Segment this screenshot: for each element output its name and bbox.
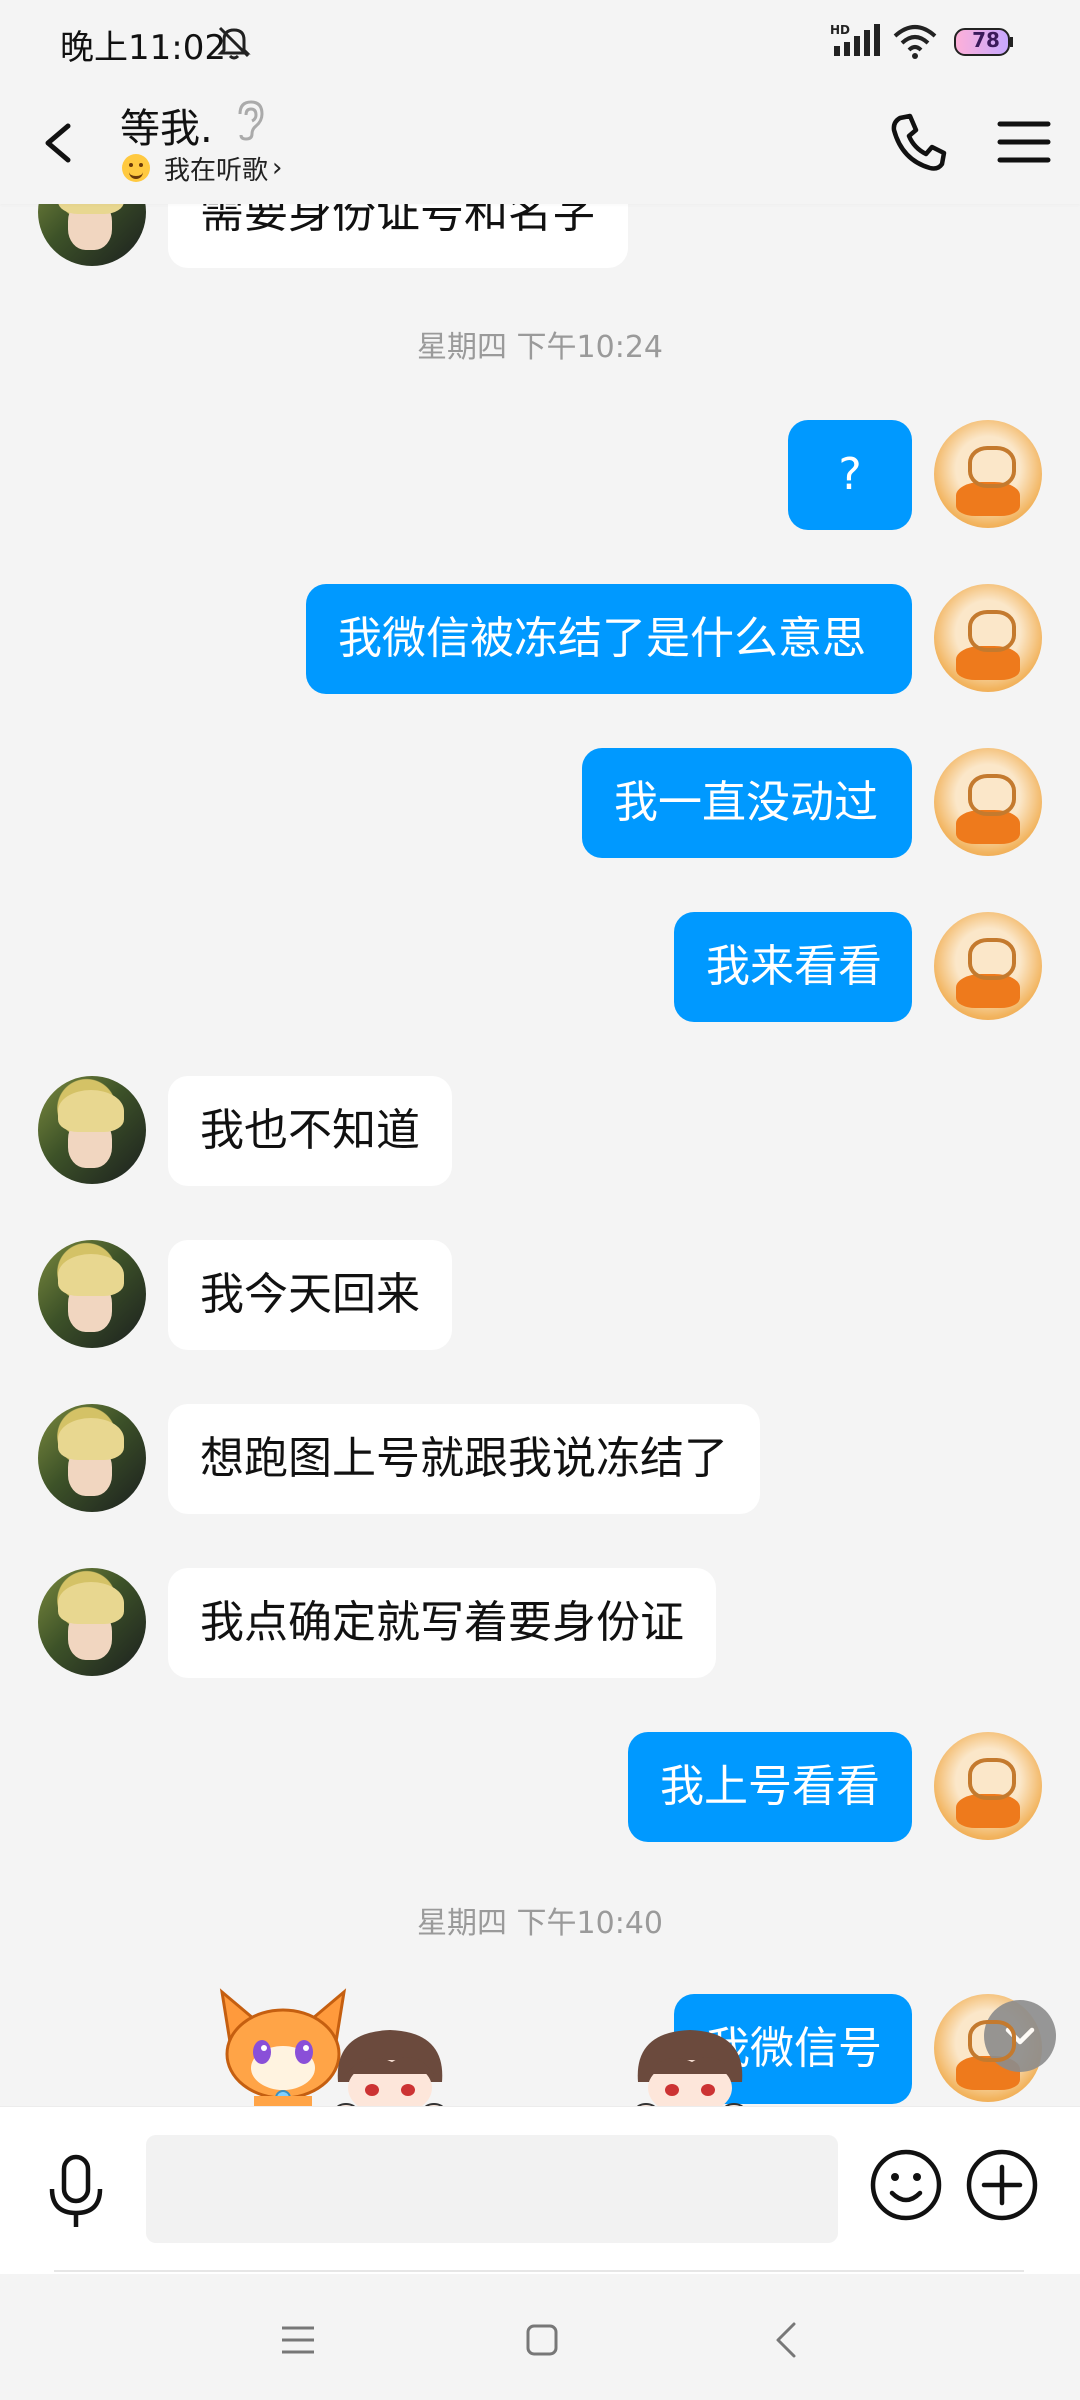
message-bubble-sent[interactable]: 我微信被冻结了是什么意思 xyxy=(306,584,912,694)
recent-apps-button[interactable] xyxy=(278,2322,318,2358)
message-bubble-sent[interactable]: 我一直没动过 xyxy=(582,748,912,858)
smile-emoji-icon xyxy=(122,154,150,182)
timestamp: 星期四 下午10:40 xyxy=(417,1906,663,1941)
my-avatar[interactable] xyxy=(934,1732,1042,1840)
message-input[interactable] xyxy=(146,2135,838,2243)
message-bubble-received[interactable]: 想跑图上号就跟我说冻结了 xyxy=(168,1404,760,1514)
battery-level: 78 xyxy=(972,28,1000,52)
my-avatar[interactable] xyxy=(934,420,1042,528)
signal-icon: HD xyxy=(830,23,880,56)
back-button[interactable] xyxy=(34,108,84,178)
contact-name[interactable]: 等我. xyxy=(120,96,213,154)
status-time: 晚上11:02 xyxy=(60,28,226,68)
menu-button[interactable] xyxy=(994,112,1054,172)
bell-off-icon xyxy=(217,26,251,60)
message-bubble-sent[interactable]: 我上号看看 xyxy=(628,1732,912,1842)
status-text: 我在听歌 xyxy=(164,155,269,186)
chevron-right-icon: › xyxy=(272,153,283,183)
input-bar xyxy=(0,2106,1080,2274)
microphone-button[interactable] xyxy=(44,2151,108,2233)
message-bubble-sent[interactable]: ? xyxy=(788,420,912,530)
system-nav-bar xyxy=(0,2274,1080,2400)
message-bubble-received[interactable]: 我也不知道 xyxy=(168,1076,452,1186)
my-avatar[interactable] xyxy=(934,584,1042,692)
listening-status[interactable]: 我在听歌 › xyxy=(122,150,282,186)
ear-icon xyxy=(238,100,264,141)
phone-call-button[interactable] xyxy=(886,108,950,178)
message-bubble-sent[interactable]: 我来看看 xyxy=(674,912,912,1022)
boy-sticker xyxy=(635,2030,745,2114)
message-bubble-received[interactable]: 我今天回来 xyxy=(168,1240,452,1350)
contact-avatar[interactable] xyxy=(38,1240,146,1348)
wifi-icon xyxy=(893,25,937,59)
emoji-button[interactable] xyxy=(868,2147,944,2223)
status-bar: 晚上11:02 HD 78 xyxy=(0,0,1080,86)
timestamp: 星期四 下午10:24 xyxy=(417,330,663,365)
nav-back-button[interactable] xyxy=(772,2318,800,2362)
network-type-label: HD xyxy=(830,23,850,37)
contact-avatar[interactable] xyxy=(38,1076,146,1184)
boy-sticker xyxy=(335,2030,445,2114)
plus-button[interactable] xyxy=(964,2147,1040,2223)
my-avatar[interactable] xyxy=(934,748,1042,856)
divider xyxy=(54,2270,1024,2272)
chat-header: 等我. 我在听歌 › xyxy=(0,86,1080,204)
contact-avatar[interactable] xyxy=(38,1568,146,1676)
home-button[interactable] xyxy=(522,2320,562,2360)
message-bubble-received[interactable]: 我点确定就写着要身份证 xyxy=(168,1568,716,1678)
contact-avatar[interactable] xyxy=(38,1404,146,1512)
my-avatar[interactable] xyxy=(934,912,1042,1020)
